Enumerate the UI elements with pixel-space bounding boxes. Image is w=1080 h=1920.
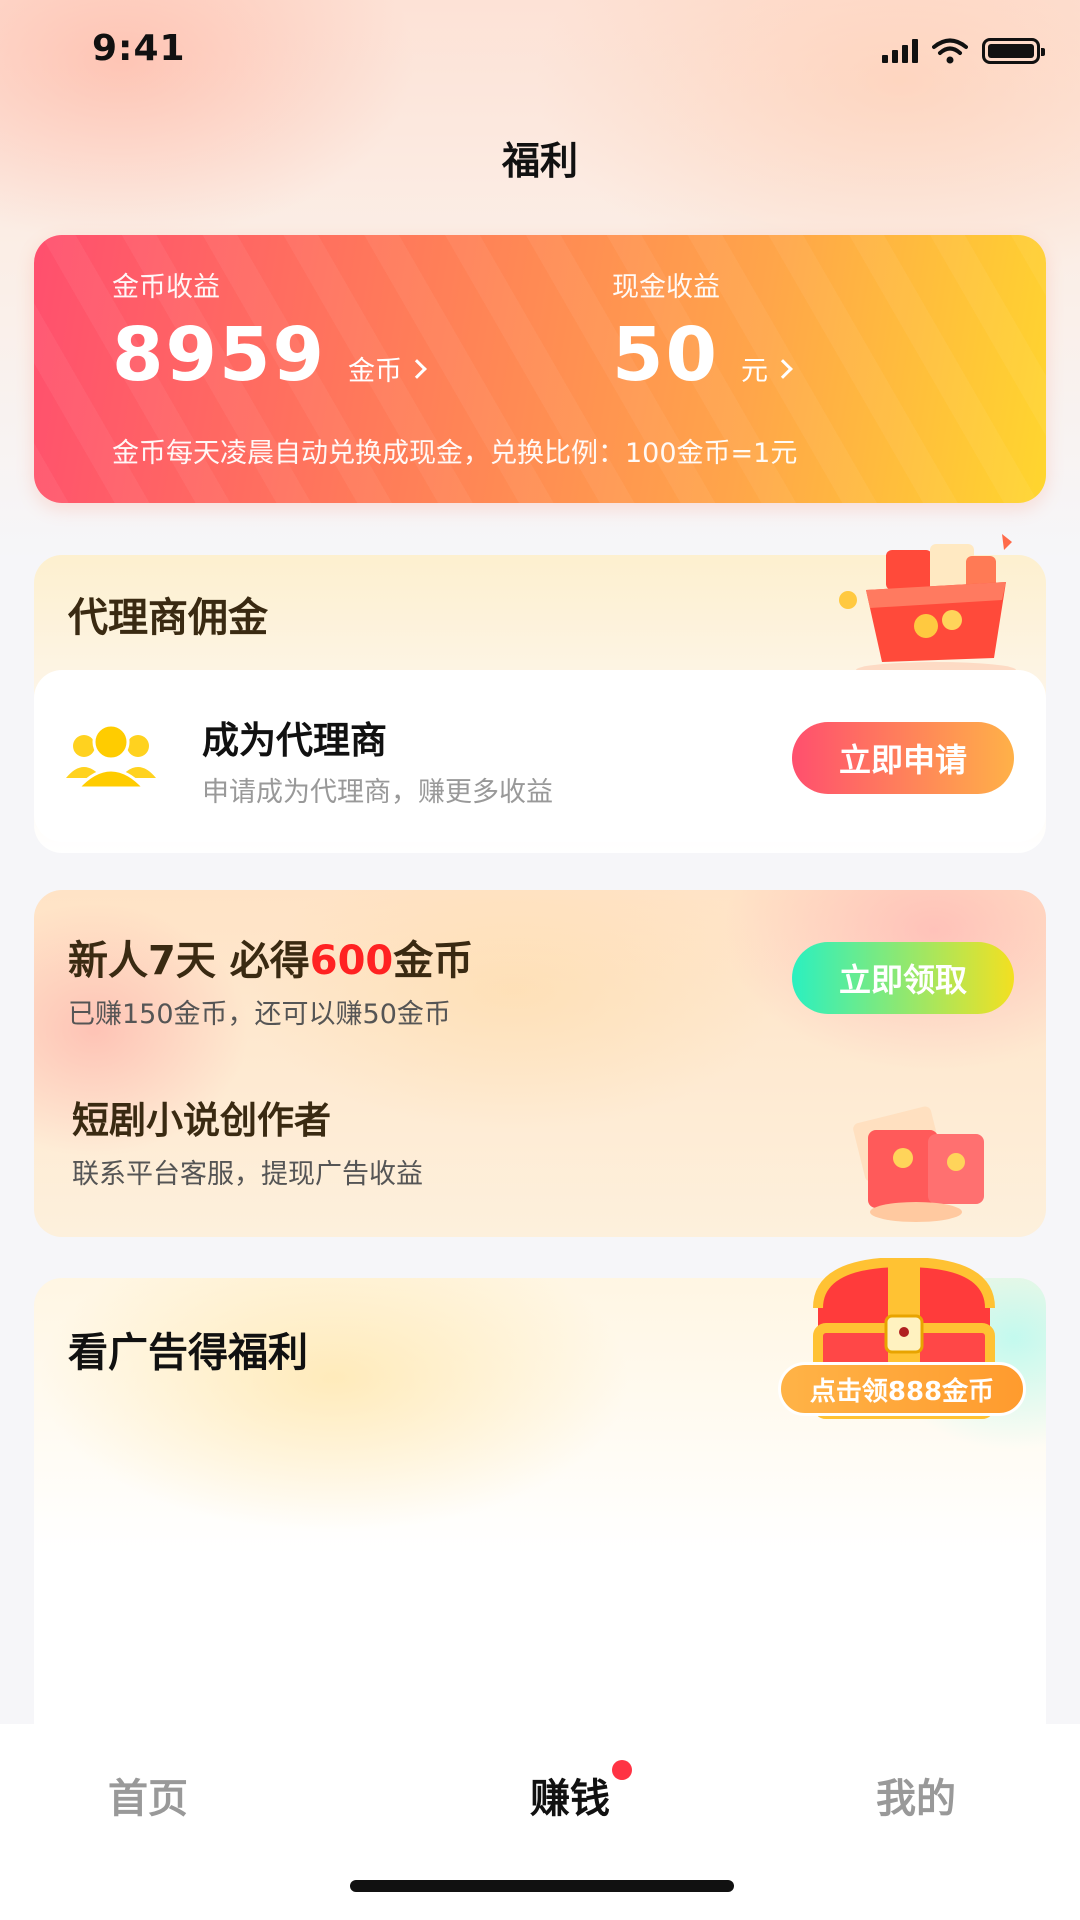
cash-earnings[interactable]: 现金收益 50 元 — [612, 265, 793, 398]
creator-title[interactable]: 短剧小说创作者 — [72, 1090, 331, 1144]
coin-unit: 金币 — [347, 356, 402, 387]
chevron-right-icon — [407, 358, 427, 379]
claim-now-button[interactable]: 立即领取 — [792, 942, 1014, 1014]
tab-earn[interactable]: 赚钱 — [530, 1760, 632, 1824]
newbie-coin-amount: 600 — [309, 938, 394, 984]
newbie-progress-text: 已赚150金币，还可以赚50金币 — [68, 999, 451, 1030]
cash-earnings-label: 现金收益 — [612, 272, 720, 303]
tab-bar: 首页 赚钱 我的 — [0, 1724, 1080, 1920]
cash-earnings-value: 50 — [612, 312, 719, 398]
earnings-card: 金币收益 8959 金币 现金收益 50 元 金币每天凌晨自动兑换成现金，兑换比… — [34, 235, 1046, 503]
gift-basket-icon — [839, 534, 1016, 678]
ad-section-title: 看广告得福利 — [68, 1330, 308, 1376]
home-indicator — [350, 1880, 734, 1892]
become-agent-title: 成为代理商 — [202, 719, 387, 762]
coin-earnings-value: 8959 — [112, 312, 326, 398]
become-agent-row: 成为代理商 申请成为代理商，赚更多收益 立即申请 — [34, 670, 1046, 842]
status-icons — [882, 36, 1045, 66]
agent-commission-card: 代理商佣金 成为代理商 申请成为代理商，赚更多收益 立即申请 — [34, 534, 1046, 853]
agent-section-title: 代理商佣金 — [68, 595, 268, 641]
battery-icon — [982, 38, 1045, 64]
wifi-icon — [932, 38, 968, 64]
exchange-note: 金币每天凌晨自动兑换成现金，兑换比例：100金币=1元 — [112, 438, 798, 469]
tab-home[interactable]: 首页 — [108, 1766, 188, 1824]
signal-icon — [882, 39, 918, 63]
creator-subtitle: 联系平台客服，提现广告收益 — [72, 1159, 423, 1190]
tab-me[interactable]: 我的 — [876, 1766, 956, 1824]
tab-earn-label: 赚钱 — [530, 1776, 610, 1822]
status-time: 9:41 — [92, 28, 186, 69]
users-icon — [66, 723, 156, 790]
red-envelope-icon — [853, 1106, 984, 1222]
newbie-title: 新人7天 必得600金币 — [68, 938, 474, 984]
cash-unit: 元 — [740, 356, 768, 387]
apply-now-button[interactable]: 立即申请 — [792, 722, 1014, 794]
ad-reward-card: 看广告得福利 点击领888金币 — [34, 1258, 1046, 1738]
coin-earnings-label: 金币收益 — [112, 272, 220, 303]
become-agent-desc: 申请成为代理商，赚更多收益 — [202, 777, 553, 808]
coin-earnings[interactable]: 金币收益 8959 金币 — [112, 265, 427, 398]
claim-888-coins-button[interactable]: 点击领888金币 — [778, 1362, 1026, 1416]
notification-dot — [612, 1760, 632, 1780]
newbie-reward-card: 新人7天 必得600金币 已赚150金币，还可以赚50金币 立即领取 短剧小说创… — [34, 890, 1046, 1237]
page-title: 福利 — [501, 139, 578, 183]
chevron-right-icon — [773, 358, 793, 379]
